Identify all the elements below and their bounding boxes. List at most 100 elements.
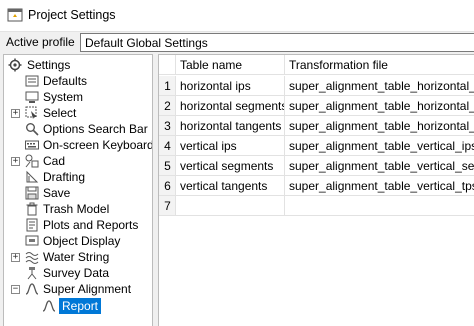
tree-item-super-alignment[interactable]: − Super Alignment [9,281,149,297]
tree-item-plots-and-reports[interactable]: Plots and Reports [9,217,149,233]
tree-item-options-search-bar[interactable]: Options Search Bar [9,121,149,137]
table-name-cell[interactable]: vertical tangents [176,176,285,196]
table-header-row: Table name Transformation file [159,55,474,75]
expand-icon[interactable]: + [11,157,20,166]
row-number[interactable]: 4 [159,136,176,156]
transformation-file-cell[interactable] [285,196,474,216]
active-profile-label: Active profile [6,35,75,49]
table-name-cell[interactable]: horizontal ips [176,76,285,96]
select-icon [25,106,37,119]
row-number[interactable]: 5 [159,156,176,176]
title-bar: Project Settings [0,0,474,32]
cell-text: super_alignment_table_horizontal_segment… [289,99,474,113]
row-number-label: 1 [164,79,171,93]
object-display-icon [25,235,39,246]
tree-root-settings[interactable]: Settings [8,57,148,73]
row-number[interactable]: 7 [159,196,176,216]
water-string-icon [25,252,39,264]
column-header-table-name[interactable]: Table name [176,55,285,75]
expand-icon[interactable]: + [11,253,20,262]
tree-item-report[interactable]: Report [42,298,152,314]
cell-text: vertical tangents [180,179,268,193]
transformation-file-cell[interactable]: super_alignment_table_horizontal_ips.xsl… [285,76,474,96]
collapse-icon[interactable]: − [11,285,20,294]
column-header-label: Transformation file [289,58,388,72]
tree-item-on-screen-keyboard[interactable]: On-screen Keyboard [9,137,152,153]
transformation-file-cell[interactable]: super_alignment_table_vertical_ips.xslt [285,136,474,156]
cell-text: horizontal ips [180,79,251,93]
active-profile-row: Active profile Default Global Settings [0,31,474,53]
table-row[interactable]: 5 vertical segments super_alignment_tabl… [159,156,474,176]
tree-item-label: Cad [43,154,66,168]
report-icon [42,300,56,312]
transformation-file-cell[interactable]: super_alignment_table_horizontal_tps.xsl… [285,116,474,136]
project-settings-icon [7,8,23,22]
search-bar-icon [26,123,39,136]
cell-text: super_alignment_table_horizontal_ips.xsl… [289,79,474,93]
tree-item-water-string[interactable]: + Water String [9,249,149,265]
cell-text: horizontal segments [180,99,285,113]
row-number-label: 3 [164,119,171,133]
tree-item-label: Trash Model [43,202,110,216]
row-number[interactable]: 3 [159,116,176,136]
active-profile-select[interactable]: Default Global Settings [80,33,474,52]
cell-text: super_alignment_table_vertical_segments.… [289,159,474,173]
cell-text: vertical ips [180,139,237,153]
tree-item-label: Water String [43,250,110,264]
row-number[interactable]: 2 [159,96,176,116]
table-row[interactable]: 4 vertical ips super_alignment_table_ver… [159,136,474,156]
expand-icon[interactable]: + [11,109,20,118]
system-icon [25,91,39,103]
table-row[interactable]: 3 horizontal tangents super_alignment_ta… [159,116,474,136]
transformation-file-cell[interactable]: super_alignment_table_vertical_tps.xslt [285,176,474,196]
table-name-cell[interactable]: horizontal segments [176,96,285,116]
cell-text: vertical segments [180,159,274,173]
transformation-table[interactable]: Table name Transformation file 1 horizon… [158,54,474,326]
row-number[interactable]: 1 [159,76,176,96]
cell-text: super_alignment_table_horizontal_tps.xsl… [289,119,474,133]
transformation-file-cell[interactable]: super_alignment_table_horizontal_segment… [285,96,474,116]
cell-text: horizontal tangents [180,119,282,133]
window-title: Project Settings [28,8,116,22]
gear-icon [8,58,22,72]
table-name-cell[interactable]: vertical ips [176,136,285,156]
row-number-label: 6 [164,179,171,193]
table-name-cell[interactable]: vertical segments [176,156,285,176]
defaults-icon [25,75,39,87]
tree-item-label: Survey Data [43,266,110,280]
table-name-cell[interactable]: horizontal tangents [176,116,285,136]
tree-item-label: Defaults [43,74,88,88]
plots-icon [26,218,38,232]
table-row[interactable]: 2 horizontal segments super_alignment_ta… [159,96,474,116]
keyboard-icon [25,140,39,150]
tree-item-label: Drafting [43,170,86,184]
tree-item-report-label: Report [59,298,102,314]
tree-item-cad[interactable]: + Cad [9,153,149,169]
save-icon [25,186,39,200]
tree-item-trash-model[interactable]: Trash Model [9,201,149,217]
row-number-label: 7 [164,199,171,213]
tree-item-object-display[interactable]: Object Display [9,233,149,249]
table-name-cell[interactable] [176,196,285,216]
tree-item-select[interactable]: + Select [9,105,149,121]
trash-icon [26,202,38,216]
tree-item-label: Plots and Reports [43,218,139,232]
tree-item-defaults[interactable]: Defaults [9,73,149,89]
tree-item-save[interactable]: Save [9,185,149,201]
tree-item-system[interactable]: System [9,89,149,105]
tree-item-drafting[interactable]: Drafting [9,169,149,185]
table-row[interactable]: 6 vertical tangents super_alignment_tabl… [159,176,474,196]
transformation-file-cell[interactable]: super_alignment_table_vertical_segments.… [285,156,474,176]
survey-data-icon [27,267,37,280]
drafting-icon [26,170,39,183]
tree-item-label: Super Alignment [43,282,132,296]
tree-item-label: Select [43,106,77,120]
header-corner [159,55,176,75]
row-number[interactable]: 6 [159,176,176,196]
tree-item-label: Options Search Bar [43,122,148,136]
table-row[interactable]: 1 horizontal ips super_alignment_table_h… [159,76,474,96]
settings-tree[interactable]: Settings Defaults System + Select Option… [3,54,153,326]
table-row[interactable]: 7 [159,196,474,216]
column-header-transformation-file[interactable]: Transformation file [285,55,474,75]
tree-item-survey-data[interactable]: Survey Data [9,265,149,281]
